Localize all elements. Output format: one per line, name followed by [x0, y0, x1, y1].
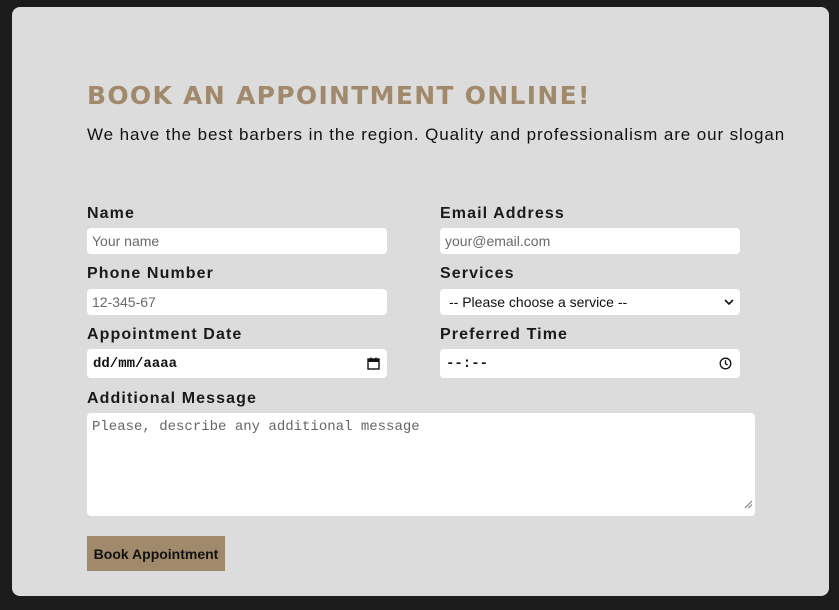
- resize-handle-icon[interactable]: [744, 496, 753, 514]
- time-placeholder: --:--: [446, 355, 489, 372]
- calendar-icon[interactable]: [367, 357, 380, 370]
- message-placeholder: Please, describe any additional message: [92, 419, 420, 435]
- phone-label: Phone Number: [87, 265, 214, 282]
- phone-placeholder: 12-345-67: [92, 294, 156, 310]
- email-input[interactable]: your@email.com: [440, 228, 740, 254]
- name-label: Name: [87, 205, 135, 222]
- chevron-down-icon: [724, 298, 734, 306]
- date-label: Appointment Date: [87, 326, 243, 343]
- message-label: Additional Message: [87, 390, 258, 407]
- time-input[interactable]: --:--: [440, 349, 740, 378]
- services-selected-value: -- Please choose a service --: [449, 294, 628, 310]
- phone-input[interactable]: 12-345-67: [87, 289, 387, 315]
- page-title: BOOK AN APPOINTMENT ONLINE!: [87, 81, 591, 110]
- book-appointment-button[interactable]: Book Appointment: [87, 536, 225, 571]
- time-label: Preferred Time: [440, 326, 569, 343]
- clock-icon[interactable]: [719, 357, 732, 370]
- date-input[interactable]: dd/mm/aaaa: [87, 349, 387, 378]
- services-label: Services: [440, 265, 515, 282]
- page-subtitle: We have the best barbers in the region. …: [87, 125, 786, 144]
- email-placeholder: your@email.com: [445, 233, 551, 249]
- email-label: Email Address: [440, 205, 565, 222]
- booking-card: BOOK AN APPOINTMENT ONLINE! We have the …: [12, 7, 829, 596]
- date-placeholder: dd/mm/aaaa: [93, 355, 178, 372]
- services-select[interactable]: -- Please choose a service --: [440, 289, 740, 315]
- name-input[interactable]: Your name: [87, 228, 387, 254]
- name-placeholder: Your name: [92, 233, 160, 249]
- message-textarea[interactable]: Please, describe any additional message: [87, 413, 755, 516]
